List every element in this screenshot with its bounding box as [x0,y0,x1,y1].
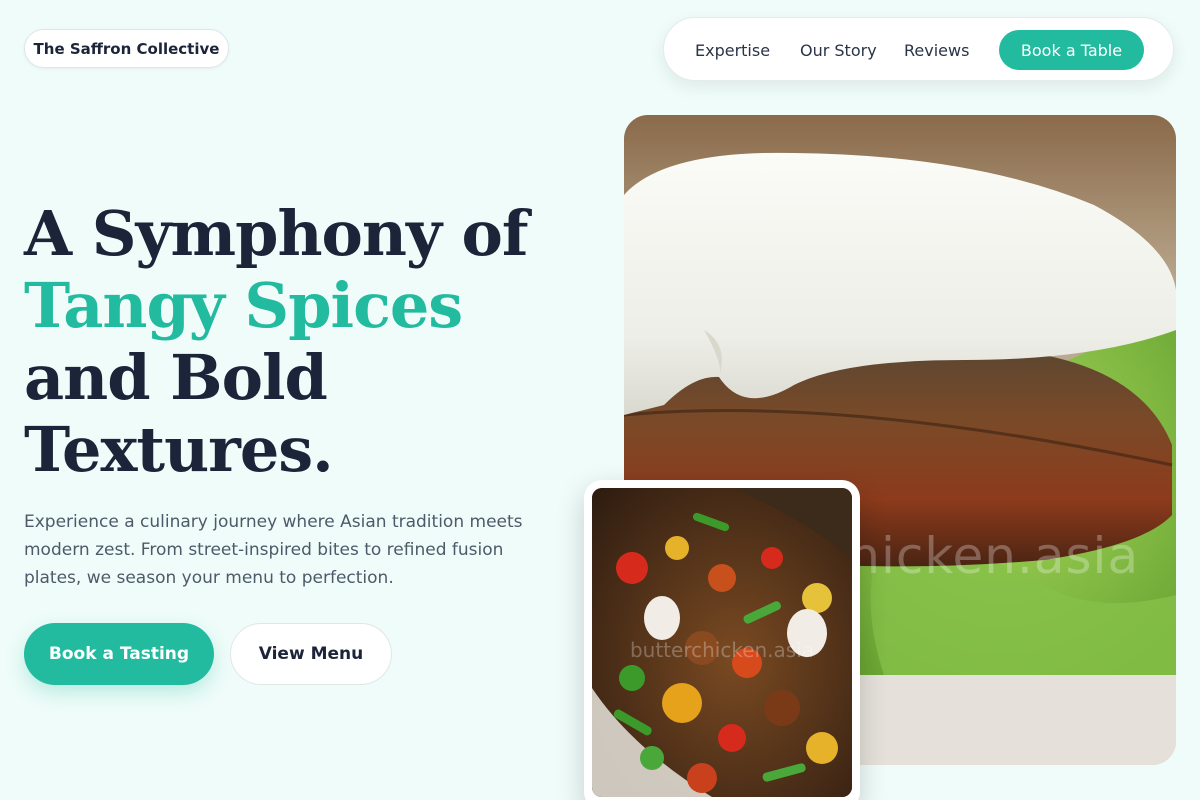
nav-link-our-story[interactable]: Our Story [800,18,877,82]
headline-line-3: and Bold [24,341,328,414]
hero-description: Experience a culinary journey where Asia… [24,512,523,588]
top-nav: Expertise Our Story Reviews Book a Table [663,17,1174,81]
book-tasting-button[interactable]: Book a Tasting [24,623,214,685]
headline-accent: Tangy Spices [24,269,463,342]
page: The Saffron Collective Expertise Our Sto… [0,0,1200,800]
headline-line-4: Textures. [24,413,334,486]
nav-link-reviews[interactable]: Reviews [904,18,969,82]
view-menu-button[interactable]: View Menu [230,623,392,685]
brand-logo[interactable]: The Saffron Collective [24,29,229,68]
book-table-button[interactable]: Book a Table [999,30,1144,70]
hero-headline: A Symphony of Tangy Spices and Bold Text… [24,198,584,486]
nav-link-expertise[interactable]: Expertise [695,18,770,82]
headline-line-1: A Symphony of [24,197,529,270]
inset-image-watermark: butterchicken.asia [629,638,815,662]
inset-image-card: butterchicken.asia [584,480,860,800]
inset-image-stir-fry: butterchicken.asia [592,488,852,797]
